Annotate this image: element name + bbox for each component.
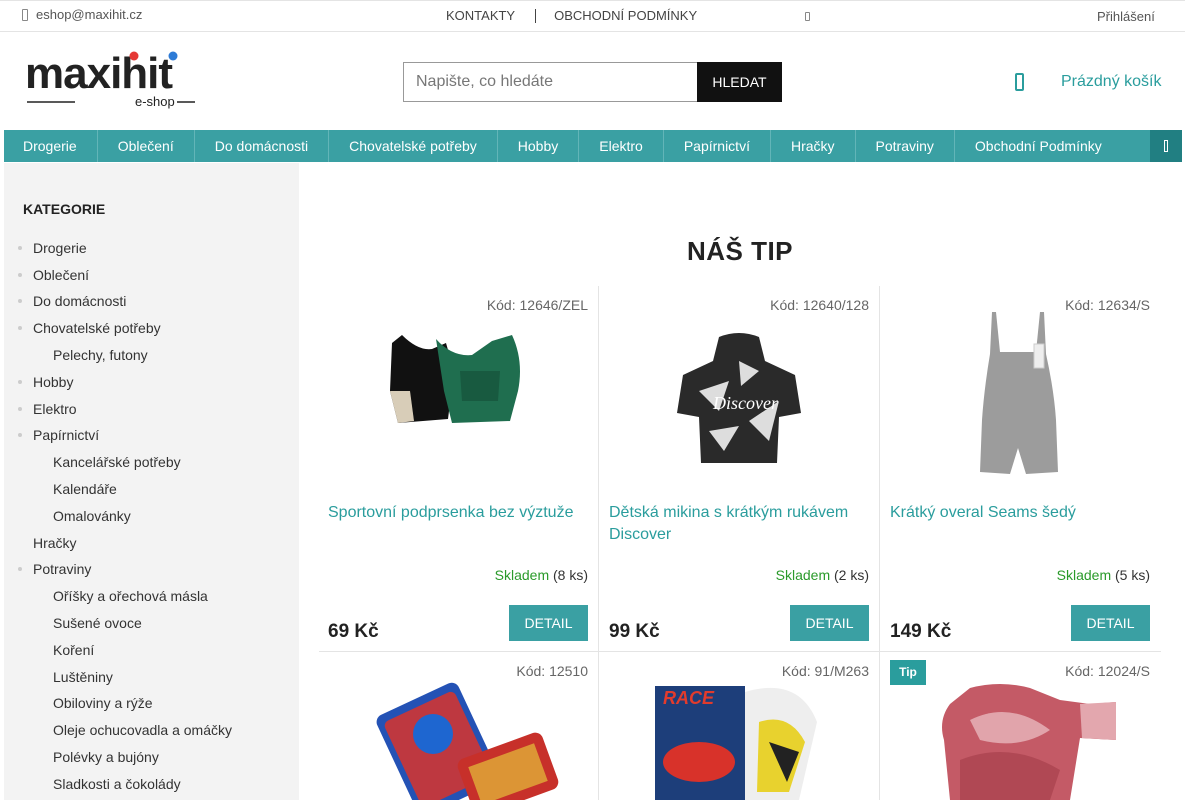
bullet-icon [18,407,22,411]
nav-item-drogerie[interactable]: Drogerie [4,130,98,162]
nav-item-obchodni-podminky[interactable]: Obchodní Podmínky [955,130,1122,162]
nav-item-potraviny[interactable]: Potraviny [856,130,955,162]
sidebar-subitem-kancelarske[interactable]: Kancelářské potřeby [53,454,181,470]
product-card[interactable]: Kód: 12640/128 Discover Dětská mikina s … [599,286,879,651]
nav-item-do-domacnosti[interactable]: Do domácnosti [195,130,330,162]
sidebar-subitem-lusteniny[interactable]: Luštěniny [53,669,113,685]
login-link[interactable]: Přihlášení [1097,9,1155,24]
nav-item-chovatelske[interactable]: Chovatelské potřeby [329,130,498,162]
stock-status: Skladem (8 ks) [494,567,588,583]
sidebar-subitem-sladkosti[interactable]: Sladkosti a čokolády [53,776,181,792]
sidebar-subitem-oleje[interactable]: Oleje ochucovadla a omáčky [53,722,232,738]
detail-button[interactable]: DETAIL [790,605,869,641]
sidebar-subitem-omalovanky[interactable]: Omalovánky [53,508,131,524]
email-link[interactable]: eshop@maxihit.cz [22,7,142,22]
logo[interactable]: maxihit e-shop [25,49,200,112]
top-links: KONTAKTY OBCHODNÍ PODMÍNKY [446,8,697,23]
dropdown-icon[interactable] [805,12,810,21]
cart-link[interactable]: Prázdný košík [1061,73,1161,91]
section-title: NÁŠ TIP [686,236,794,266]
bullet-icon [18,299,22,303]
product-image[interactable] [970,310,1070,476]
sidebar-item-hobby[interactable]: Hobby [18,374,73,390]
product-code: Kód: 12640/128 [770,297,869,313]
bullet-icon [18,326,22,330]
stock-status: Skladem (5 ks) [1056,567,1150,583]
svg-text:Discover: Discover [712,393,779,413]
product-image[interactable]: Discover [669,331,809,466]
product-card[interactable]: Kód: 12634/S Krátký overal Seams šedý Sk… [880,286,1160,651]
sidebar-item-hracky[interactable]: Hračky [33,535,77,551]
sidebar-title: KATEGORIE [23,201,106,217]
sidebar-item-chovatelske[interactable]: Chovatelské potřeby [18,320,161,336]
search-input[interactable] [403,62,697,102]
bullet-icon [18,246,22,250]
sidebar-subitem-kalendare[interactable]: Kalendáře [53,481,117,497]
bullet-icon [18,380,22,384]
sidebar-subitem-orisky[interactable]: Oříšky a ořechová másla [53,588,208,604]
svg-text:RACE: RACE [663,688,715,708]
product-image[interactable] [373,664,563,800]
product-code: Kód: 12646/ZEL [486,297,588,313]
detail-button[interactable]: DETAIL [1071,605,1150,641]
cart-icon[interactable] [1015,73,1024,91]
bullet-icon [18,273,22,277]
nav-item-hracky[interactable]: Hračky [771,130,856,162]
sidebar-item-papirnictvi[interactable]: Papírnictví [18,427,99,443]
product-image[interactable]: RACE [649,682,829,800]
divider [535,8,537,23]
sidebar: KATEGORIE Drogerie Oblečení Do domácnost… [4,163,299,800]
product-card[interactable]: Kód: 12646/ZEL Sportovní podprsenka bez … [318,286,598,651]
product-image[interactable] [388,331,528,431]
nav-item-elektro[interactable]: Elektro [579,130,664,162]
nav-item-hobby[interactable]: Hobby [498,130,580,162]
sidebar-item-do-domacnosti[interactable]: Do domácnosti [18,293,126,309]
sidebar-item-elektro[interactable]: Elektro [18,401,77,417]
product-image[interactable] [930,680,1120,800]
product-name[interactable]: Sportovní podprsenka bez výztuže [328,502,588,524]
envelope-icon [22,8,28,21]
menu-icon [1164,140,1168,152]
nav-more-button[interactable] [1150,130,1182,162]
product-price: 99 Kč [609,621,660,642]
sidebar-item-drogerie[interactable]: Drogerie [18,240,87,256]
bullet-icon [18,567,22,571]
nav-item-obleceni[interactable]: Oblečení [98,130,195,162]
terms-link[interactable]: OBCHODNÍ PODMÍNKY [554,8,697,23]
product-name[interactable]: Krátký overal Seams šedý [890,502,1150,524]
sidebar-subitem-pelechy[interactable]: Pelechy, futony [53,347,148,363]
product-code: Kód: 12024/S [1065,663,1150,679]
email-text[interactable]: eshop@maxihit.cz [36,7,142,22]
main-nav: Drogerie Oblečení Do domácnosti Chovatel… [4,130,1182,162]
sidebar-item-potraviny[interactable]: Potraviny [18,561,91,577]
sidebar-subitem-koreni[interactable]: Koření [53,642,94,658]
top-bar: eshop@maxihit.cz KONTAKTY OBCHODNÍ PODMÍ… [0,0,1185,32]
sidebar-subitem-obiloviny[interactable]: Obiloviny a rýže [53,695,153,711]
search-button[interactable]: HLEDAT [697,62,782,102]
bullet-icon [18,433,22,437]
tip-badge: Tip [890,660,926,685]
search-bar: HLEDAT [403,62,782,102]
product-card[interactable]: Kód: 12510 [318,652,598,800]
logo-text: maxihit [25,50,173,98]
product-code: Kód: 12634/S [1065,297,1150,313]
product-card[interactable]: Kód: 91/M263 RACE [599,652,879,800]
stock-status: Skladem (2 ks) [775,567,869,583]
nav-item-papirnictvi[interactable]: Papírnictví [664,130,771,162]
sidebar-item-obleceni[interactable]: Oblečení [18,267,89,283]
logo-subtext: e-shop [135,94,175,109]
sidebar-subitem-polevky[interactable]: Polévky a bujóny [53,749,159,765]
product-price: 149 Kč [890,621,952,642]
contacts-link[interactable]: KONTAKTY [446,8,515,23]
product-price: 69 Kč [328,621,379,642]
product-name[interactable]: Dětská mikina s krátkým rukávem Discover [609,502,869,546]
product-card[interactable]: Tip Kód: 12024/S [880,652,1160,800]
sidebar-subitem-susene-ovoce[interactable]: Sušené ovoce [53,615,142,631]
product-code: Kód: 91/M263 [781,663,869,679]
detail-button[interactable]: DETAIL [509,605,588,641]
